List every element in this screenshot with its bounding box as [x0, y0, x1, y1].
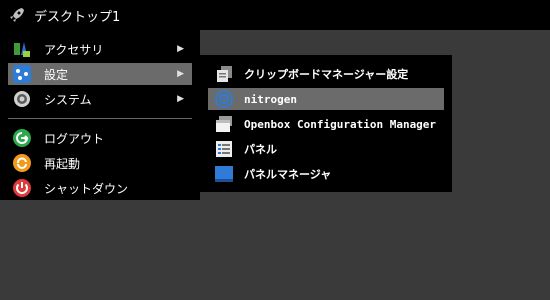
menu-item-label: 設定 [44, 67, 69, 82]
menu-item-settings[interactable]: 設定 ▶ [8, 63, 192, 85]
submenu-arrow-icon: ▶ [177, 44, 184, 54]
submenu-item-clipboard-manager[interactable]: クリップボードマネージャー設定 [208, 63, 444, 85]
menu-item-shutdown[interactable]: シャットダウン [8, 177, 192, 199]
nitrogen-icon [214, 89, 234, 109]
menu-item-system[interactable]: システム ▶ [8, 88, 192, 110]
settings-submenu: クリップボードマネージャー設定 nitrogen Openbox Configu… [200, 55, 452, 192]
menu-item-label: 再起動 [44, 156, 81, 171]
panel-manager-icon [214, 164, 234, 184]
clipboard-icon [214, 64, 234, 84]
settings-icon [12, 64, 32, 84]
power-icon [12, 178, 32, 198]
submenu-arrow-icon: ▶ [177, 69, 184, 79]
menu-item-label: ログアウト [44, 131, 105, 146]
menu-item-label: アクセサリ [44, 42, 104, 57]
gear-icon [12, 89, 32, 109]
logout-icon [12, 128, 32, 148]
submenu-arrow-icon: ▶ [177, 94, 184, 104]
submenu-item-nitrogen[interactable]: nitrogen [208, 88, 444, 110]
menu-item-label: システム [44, 92, 92, 107]
desktop-title: デスクトップ1 [0, 0, 200, 30]
menu-item-reboot[interactable]: 再起動 [8, 152, 192, 174]
panel-icon [214, 139, 234, 159]
submenu-item-label: Openbox Configuration Manager [244, 117, 437, 131]
submenu-item-panel[interactable]: パネル [208, 138, 444, 160]
accessories-icon [12, 39, 32, 59]
reboot-icon [12, 153, 32, 173]
main-menu: アクセサリ ▶ 設定 ▶ システム ▶ ログアウト 再起動 シャットダウン [8, 38, 192, 202]
submenu-item-label: パネル [244, 143, 277, 156]
menu-item-logout[interactable]: ログアウト [8, 127, 192, 149]
submenu-item-openbox-config[interactable]: Openbox Configuration Manager [208, 113, 444, 135]
submenu-item-label: クリップボードマネージャー設定 [244, 68, 409, 81]
rocket-icon [8, 6, 26, 24]
submenu-item-panel-manager[interactable]: パネルマネージャ [208, 163, 444, 185]
submenu-item-label: パネルマネージャ [244, 168, 332, 181]
menu-item-label: シャットダウン [44, 181, 129, 196]
menu-item-accessories[interactable]: アクセサリ ▶ [8, 38, 192, 60]
desktop-title-text: デスクトップ1 [34, 9, 121, 25]
window-icon [214, 114, 234, 134]
menu-separator [8, 118, 192, 119]
submenu-item-label: nitrogen [244, 92, 297, 106]
